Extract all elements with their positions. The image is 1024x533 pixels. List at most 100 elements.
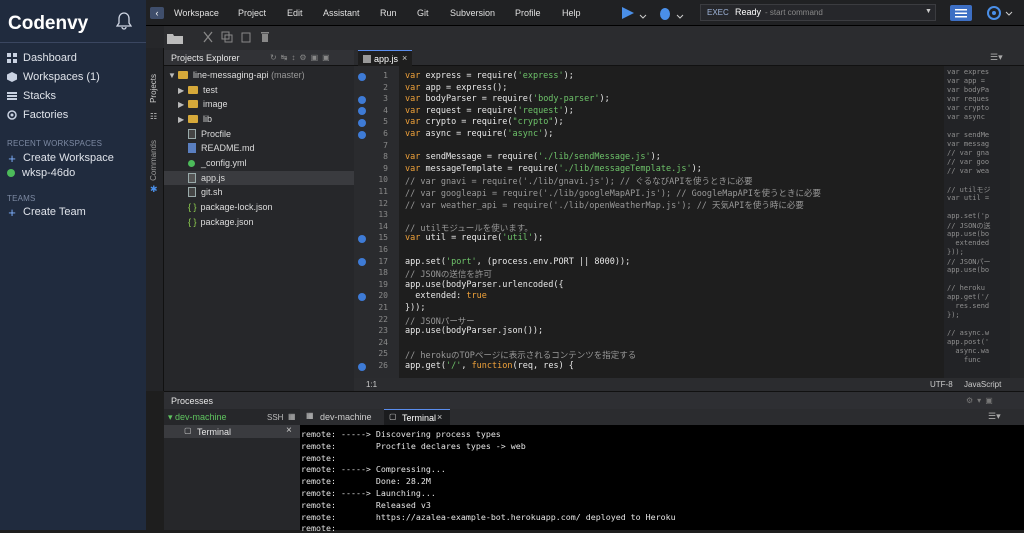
tree-item-gitsh[interactable]: git.sh [164, 185, 354, 199]
tree-item-package-lock[interactable]: { } package-lock.json [164, 200, 354, 214]
minimap-line: var messag [947, 140, 990, 148]
create-workspace-link[interactable]: + Create Workspace [7, 150, 114, 166]
menu-subversion[interactable]: Subversion [450, 8, 495, 18]
left-navbar: Codenvy Dashboard Workspaces (1) Stacks … [0, 0, 146, 530]
tree-item-procfile[interactable]: Procfile [164, 127, 354, 141]
stacks-icon [7, 92, 17, 100]
line-number: 9 [383, 163, 388, 173]
editor-tab-appjs[interactable]: app.js × [358, 50, 412, 66]
info-marker-icon[interactable] [358, 118, 366, 127]
chevron-down-icon: ▼ [925, 8, 932, 15]
paste-icon[interactable] [240, 31, 252, 43]
tab-terminal[interactable]: ▢ Terminal × [384, 409, 450, 425]
run-icon[interactable] [620, 5, 650, 21]
file-language: JavaScript [964, 380, 1002, 389]
collapse-nav-button[interactable]: ‹ [150, 7, 164, 19]
line-number: 14 [378, 221, 388, 231]
explorer-actions-icon[interactable]: ↻↹↕⚙▣▣ [270, 53, 334, 62]
tree-item-label: _config.yml [201, 158, 247, 168]
chevron-right-icon: ▶ [178, 114, 185, 124]
menu-edit[interactable]: Edit [287, 8, 303, 18]
tree-item-label: test [203, 85, 218, 95]
minimap-line: var async [947, 113, 985, 121]
projects-tab-icon[interactable]: ☷ [150, 112, 157, 121]
commands-tab-icon[interactable]: ✱ [150, 184, 158, 195]
bell-icon[interactable] [116, 12, 132, 30]
command-selector[interactable]: EXEC Ready - start command ▼ [700, 4, 936, 21]
menu-help[interactable]: Help [562, 8, 581, 18]
terminal-menu-icon[interactable]: ☰▾ [988, 411, 1001, 422]
delete-icon[interactable] [259, 31, 271, 43]
tree-item-image[interactable]: ▶ image [164, 97, 354, 111]
info-marker-icon[interactable] [358, 234, 366, 243]
create-team-link[interactable]: + Create Team [7, 204, 86, 220]
tab-commands[interactable]: Commands [149, 140, 158, 181]
exec-label: EXEC [707, 8, 729, 17]
chevron-right-icon: ▶ [178, 85, 185, 95]
menu-git[interactable]: Git [417, 8, 429, 18]
menu-assistant[interactable]: Assistant [323, 8, 360, 18]
close-icon[interactable]: × [437, 412, 442, 422]
code-line: // utilモジュールを使います。 [405, 223, 533, 234]
close-icon[interactable]: × [286, 425, 292, 436]
process-list: ▾ dev-machine SSH ▦ ▢ Terminal × [164, 409, 300, 530]
code-line: // var googleapi = require('./lib/google… [405, 189, 821, 199]
add-terminal-icon[interactable]: ▦ [288, 412, 296, 421]
menu-project[interactable]: Project [238, 8, 266, 18]
processes-actions-icon[interactable]: ⚙▾▣ [966, 396, 997, 405]
tree-item-test[interactable]: ▶ test [164, 83, 354, 97]
factories-icon [7, 110, 17, 120]
nav-workspaces[interactable]: Workspaces (1) [7, 69, 100, 85]
minimap-line: })); [947, 248, 964, 256]
chevron-down-icon: ▼ [168, 70, 176, 80]
info-marker-icon[interactable] [358, 362, 366, 371]
menu-run[interactable]: Run [380, 8, 397, 18]
code-line: app.use(bodyParser.urlencoded({ [405, 279, 564, 290]
code-line: // var weather_api = require('./lib/open… [405, 200, 804, 211]
machine-item[interactable]: ▾ dev-machine [168, 412, 227, 423]
editor-scrollbar[interactable] [1010, 66, 1024, 378]
editor-status-bar: 1:1 UTF-8 JavaScript [354, 378, 1024, 391]
cut-icon[interactable] [202, 31, 214, 43]
code-line: // JSONパーサー [405, 316, 475, 327]
tab-dev-machine[interactable]: ▦ dev-machine [300, 409, 380, 425]
debug-icon[interactable] [657, 5, 687, 21]
info-marker-icon[interactable] [358, 130, 366, 139]
recent-workspaces-heading: RECENT WORKSPACES [7, 139, 103, 148]
info-marker-icon[interactable] [358, 95, 366, 104]
tree-item-package[interactable]: { } package.json [164, 215, 354, 229]
tree-item-readme[interactable]: README.md [164, 141, 354, 155]
target-icon[interactable] [986, 5, 1016, 21]
copy-icon[interactable] [221, 31, 233, 43]
processes-title: Processes [171, 396, 214, 406]
line-number: 10 [378, 175, 388, 185]
close-icon[interactable]: × [402, 53, 407, 63]
tree-item-appjs[interactable]: app.js [164, 171, 354, 185]
plus-icon: + [8, 204, 16, 220]
tree-root[interactable]: ▼ line-messaging-api (master) [164, 68, 354, 82]
menu-workspace[interactable]: Workspace [174, 8, 219, 18]
js-file-icon [188, 173, 196, 183]
code-line: // JSONの送信を許可 [405, 270, 492, 281]
terminal-process-item[interactable]: ▢ Terminal × [164, 425, 300, 438]
tab-projects[interactable]: Projects [149, 74, 158, 103]
editor-menu-icon[interactable]: ☰▾ [990, 52, 1003, 63]
nav-dashboard[interactable]: Dashboard [7, 50, 77, 66]
info-marker-icon[interactable] [358, 292, 366, 301]
ssh-button[interactable]: SSH [267, 413, 283, 422]
tree-item-config[interactable]: _config.yml [164, 156, 354, 170]
new-folder-icon[interactable] [166, 31, 184, 45]
tree-item-lib[interactable]: ▶ lib [164, 112, 354, 126]
nav-stacks[interactable]: Stacks [7, 88, 56, 104]
info-marker-icon[interactable] [358, 72, 366, 81]
minimap-line: app.use(bo [947, 230, 990, 238]
brand-logo[interactable]: Codenvy [8, 13, 88, 35]
nav-factories[interactable]: Factories [7, 107, 68, 123]
create-workspace-label: Create Workspace [23, 152, 114, 164]
line-number: 2 [383, 82, 388, 92]
list-icon[interactable] [950, 5, 972, 21]
workspace-item[interactable]: wksp-46do [7, 165, 75, 181]
minimap-line: var sendMe [947, 131, 990, 139]
menu-profile[interactable]: Profile [515, 8, 541, 18]
minimap-line: async.wa [947, 347, 990, 355]
